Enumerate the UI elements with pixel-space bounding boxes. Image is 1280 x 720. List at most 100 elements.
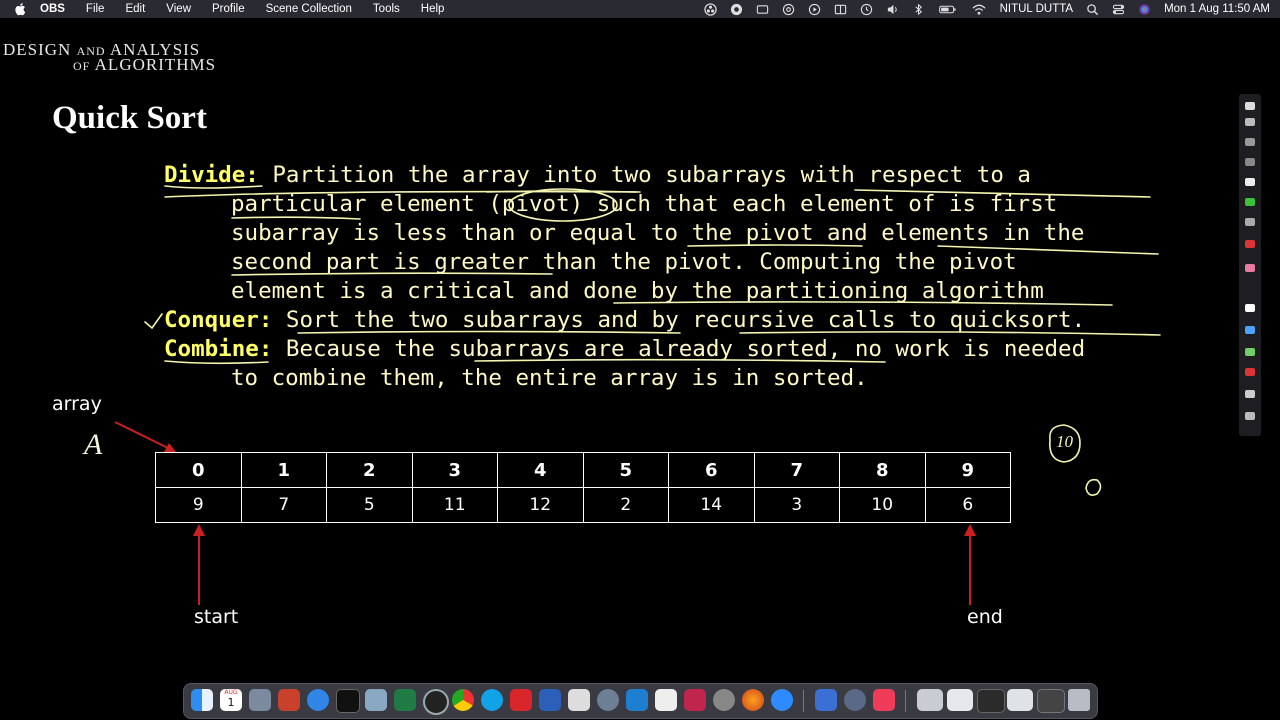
handwritten-note: 10 [1056, 432, 1073, 451]
combine-paragraph: Combine: Because the subarrays are alrea… [164, 335, 1085, 364]
system-preferences-icon[interactable] [713, 689, 735, 711]
minimized-window-5-icon[interactable] [1037, 689, 1065, 713]
siri-icon[interactable] [1138, 3, 1151, 16]
music-icon[interactable] [873, 689, 895, 711]
quicktime-icon[interactable] [844, 689, 866, 711]
menu-profile[interactable]: Profile [212, 3, 245, 15]
pen-tool-icon[interactable] [1245, 178, 1255, 186]
excel-icon[interactable] [394, 689, 416, 711]
minimized-window-2-icon[interactable] [947, 689, 973, 711]
index-cell: 3 [411, 452, 498, 488]
calendar-day: 1 [227, 696, 235, 709]
chrome-icon[interactable] [452, 689, 474, 711]
dictation-icon[interactable] [782, 3, 795, 16]
undo-tool-icon[interactable] [1245, 390, 1255, 398]
play-icon[interactable] [808, 3, 821, 16]
camera-tool-icon[interactable] [1245, 118, 1255, 126]
color-pink-icon[interactable] [1245, 264, 1255, 272]
keynote-icon[interactable] [568, 689, 590, 711]
menu-file[interactable]: File [86, 3, 105, 15]
course-logo: DESIGN AND ANALYSIS OF ALGORITHMS [3, 40, 275, 78]
pointer-tool-icon[interactable] [1245, 102, 1255, 110]
arrow-end-head [964, 524, 976, 536]
index-cell: 9 [924, 452, 1011, 488]
divide-term: Divide: [164, 162, 259, 188]
settings-tool-icon[interactable] [1245, 412, 1255, 420]
control-center-icon[interactable] [1112, 3, 1125, 16]
status-area: NITUL DUTTA Mon 1 Aug 11:50 AM [703, 0, 1270, 18]
slide-title: Quick Sort [52, 100, 207, 136]
menu-help[interactable]: Help [421, 3, 445, 15]
spotlight-search-icon[interactable] [1086, 3, 1099, 16]
wifi-icon[interactable] [971, 3, 987, 16]
text-tool-icon[interactable] [1245, 218, 1255, 226]
conquer-text: Sort the two subarrays and by recursive … [272, 307, 1086, 333]
battery-icon[interactable] [938, 3, 958, 16]
color-green-icon[interactable] [1245, 348, 1255, 356]
screen-recorder-icon[interactable] [423, 689, 449, 715]
network-utility-icon[interactable] [597, 689, 619, 711]
value-cell: 12 [497, 487, 584, 523]
vscode-icon[interactable] [626, 689, 648, 711]
color-blue-icon[interactable] [1245, 326, 1255, 334]
obs-status-icon[interactable] [703, 2, 717, 16]
menu-tools[interactable]: Tools [373, 3, 400, 15]
dock-separator [905, 690, 906, 712]
color-red-icon[interactable] [1245, 240, 1255, 248]
apple-menu-icon[interactable] [14, 2, 28, 16]
menu-app-obs[interactable]: OBS [40, 3, 65, 15]
volume-icon[interactable] [886, 3, 899, 16]
user-name[interactable]: NITUL DUTTA [1000, 3, 1073, 15]
record-status-icon[interactable] [730, 3, 743, 16]
divide-line-2: particular element (pivot) such that eac… [231, 191, 1058, 217]
arrow-start-head [193, 524, 205, 536]
notes-icon[interactable] [655, 689, 677, 711]
color-white-icon[interactable] [1245, 304, 1255, 312]
eraser-tool-icon[interactable] [1245, 158, 1255, 166]
powerpoint-icon[interactable] [278, 689, 300, 711]
index-cell: 5 [582, 452, 669, 488]
end-label: end [967, 606, 1003, 628]
calendar-icon[interactable]: AUG 1 [220, 689, 242, 711]
pdf-reader-icon[interactable] [510, 689, 532, 711]
keynote-2-icon[interactable] [815, 689, 837, 711]
screen-share-icon[interactable] [756, 3, 769, 16]
bluetooth-icon[interactable] [912, 3, 925, 16]
minimized-window-1-icon[interactable] [917, 689, 943, 711]
firefox-icon[interactable] [742, 689, 764, 711]
menu-view[interactable]: View [166, 3, 191, 15]
conquer-paragraph: Conquer: Sort the two subarrays and by r… [164, 306, 1085, 335]
array-label: array [52, 393, 102, 415]
terminal-icon[interactable] [336, 689, 360, 713]
shape-tool-icon[interactable] [1245, 138, 1255, 146]
dock-separator [803, 690, 804, 712]
menu-edit[interactable]: Edit [125, 3, 145, 15]
time-machine-icon[interactable] [860, 3, 873, 16]
index-cell: 7 [753, 452, 840, 488]
stop-record-icon[interactable] [1245, 368, 1255, 376]
zoom-icon[interactable] [771, 689, 793, 711]
preview-icon[interactable] [365, 689, 387, 711]
finder-icon[interactable] [191, 689, 213, 711]
clock[interactable]: Mon 1 Aug 11:50 AM [1164, 3, 1270, 15]
arrow-array-to-table [114, 421, 171, 450]
divide-line-3: subarray is less than or equal to the pi… [231, 220, 1085, 246]
highlighter-tool-icon[interactable] [1245, 198, 1255, 206]
conquer-term: Conquer: [164, 307, 273, 333]
trash-icon[interactable] [1068, 689, 1090, 711]
launchpad-icon[interactable] [249, 689, 271, 711]
combine-line-1: Because the subarrays are already sorted… [272, 336, 1086, 362]
index-cell: 2 [326, 452, 413, 488]
skype-icon[interactable] [481, 689, 503, 711]
mindmap-icon[interactable] [684, 689, 706, 711]
word-icon[interactable] [539, 689, 561, 711]
value-cell: 3 [753, 487, 840, 523]
combine-line-2: to combine them, the entire array is in … [231, 365, 868, 391]
menu-scene-collection[interactable]: Scene Collection [266, 3, 352, 15]
minimized-window-4-icon[interactable] [1007, 689, 1033, 711]
window-manager-icon[interactable] [834, 3, 847, 16]
minimized-window-3-icon[interactable] [977, 689, 1005, 713]
start-label: start [194, 606, 239, 628]
safari-icon[interactable] [307, 689, 329, 711]
combine-term: Combine: [164, 336, 273, 362]
